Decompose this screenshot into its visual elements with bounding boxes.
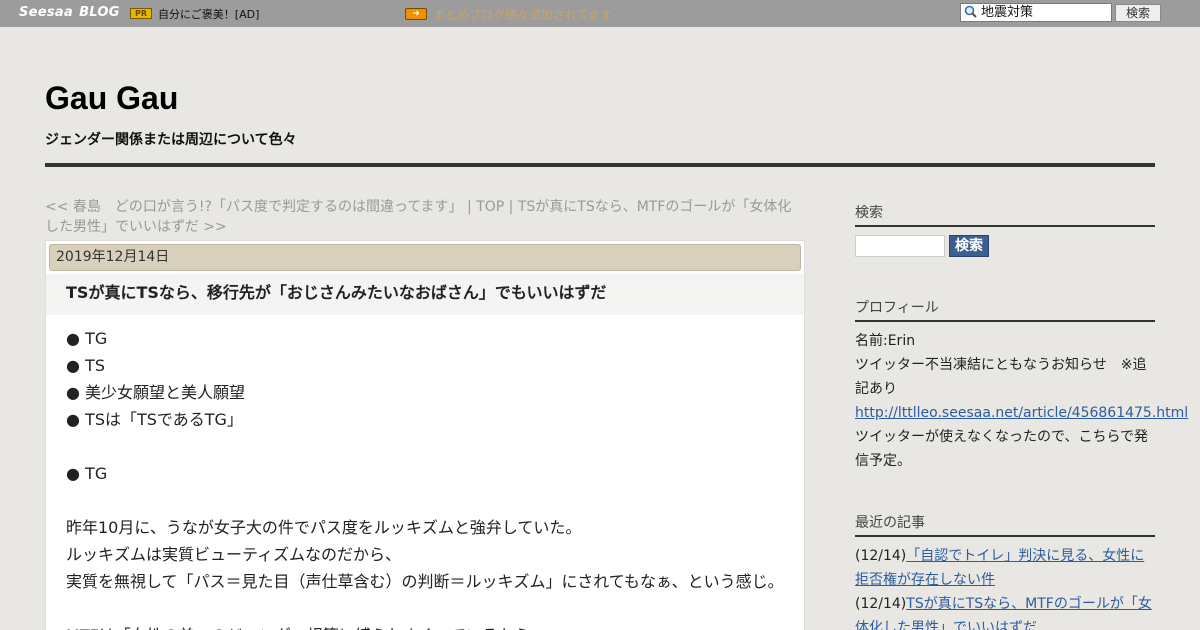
article-title[interactable]: TSが真にTSなら、移行先が「おじさんみたいなおばさん」でもいいはずだ [46, 274, 804, 315]
notice-link[interactable]: まとめブログ続々追加されてます [433, 6, 612, 23]
pr-badge: PR [130, 8, 152, 19]
sidebar-search-input[interactable] [855, 235, 945, 257]
article-line [66, 433, 804, 460]
ad-link[interactable]: 自分にご褒美！[AD] [158, 6, 259, 22]
recent-articles-list: (12/14)「自認でトイレ」判決に見る、女性に拒否権が存在しない件 (12/1… [855, 544, 1155, 630]
logo-blog: BLOG [79, 5, 120, 20]
prev-article-link[interactable]: << 春島 どの口が言う!?「パス度で判定するのは間違ってます」 [45, 199, 463, 215]
article-line: ● TSは「TSであるTG」 [66, 410, 243, 429]
logo-seesaa: Seesaa [19, 5, 74, 20]
blog-title[interactable]: Gau Gau [45, 80, 178, 117]
article-line: 昨年10月に、うなが女子大の件でパス度をルッキズムと強弁していた。 [66, 518, 582, 537]
article-line [66, 487, 804, 514]
article: 2019年12月14日 TSが真にTSなら、移行先が「おじさんみたいなおばさん」… [45, 240, 805, 630]
article-line: MTFは「女性の美」のジェンダー規範に縛られまくっているから、 [66, 622, 804, 630]
seesaa-blog-logo[interactable]: Seesaa BLOG [19, 5, 120, 20]
sidebar-search-heading: 検索 [855, 202, 1155, 227]
top-bar: Seesaa BLOG PR 自分にご褒美！[AD] ➜ まとめブログ続々追加され… [0, 0, 1200, 27]
nav-separator: | [504, 199, 518, 215]
article-line: ルッキズムは実質ビューティズムなのだから、 [66, 545, 402, 564]
search-icon [964, 5, 977, 18]
article-line: ● TS [66, 356, 105, 375]
article-line: ● TG [66, 329, 108, 348]
sidebar-recent-heading: 最近の記事 [855, 512, 1155, 537]
profile-notice: ツイッター不当凍結にともなうお知らせ ※追記あり [855, 357, 1147, 397]
article-nav: << 春島 どの口が言う!?「パス度で判定するのは間違ってます」 | TOP |… [45, 197, 805, 237]
article-line [66, 595, 804, 622]
blog-subtitle: ジェンダー関係または周辺について色々 [45, 132, 297, 148]
article-body: ● TG ● TS ● 美少女願望と美人願望 ● TSは「TSであるTG」 ● … [46, 315, 804, 630]
sidebar-search-button[interactable]: 検索 [949, 235, 989, 257]
arrow-right-icon: ➜ [405, 8, 427, 20]
list-item: (12/14)「自認でトイレ」判決に見る、女性に拒否権が存在しない件 [855, 544, 1155, 592]
top-search-value: 地震対策 [981, 5, 1034, 20]
top-search-button[interactable]: 検索 [1115, 4, 1161, 22]
sidebar-profile-heading: プロフィール [855, 297, 1155, 322]
profile-block: 名前:Erin ツイッター不当凍結にともなうお知らせ ※追記あり http://… [855, 329, 1188, 473]
list-item: (12/14)TSが真にTSなら、MTFのゴールが「女体化した男性」でいいはずだ [855, 592, 1155, 630]
header-divider [45, 163, 1155, 167]
article-date: 2019年12月14日 [49, 244, 801, 271]
profile-name: 名前:Erin [855, 333, 916, 349]
profile-note: ツイッターが使えなくなったので、こちらで発信予定。 [855, 429, 1149, 469]
article-line: ● TG [66, 464, 108, 483]
nav-separator: | [462, 199, 477, 215]
top-link[interactable]: TOP [476, 199, 504, 215]
recent-item-date: (12/14) [855, 548, 907, 564]
top-search-input[interactable]: 地震対策 [960, 3, 1112, 22]
recent-item-date: (12/14) [855, 596, 907, 612]
article-line: ● 美少女願望と美人願望 [66, 383, 246, 402]
article-line: 実質を無視して「パス＝見た目（声仕草含む）の判断＝ルッキズム」にされてもなぁ、と… [66, 572, 784, 591]
profile-link[interactable]: http://lttlleo.seesaa.net/article/456861… [855, 401, 1188, 425]
